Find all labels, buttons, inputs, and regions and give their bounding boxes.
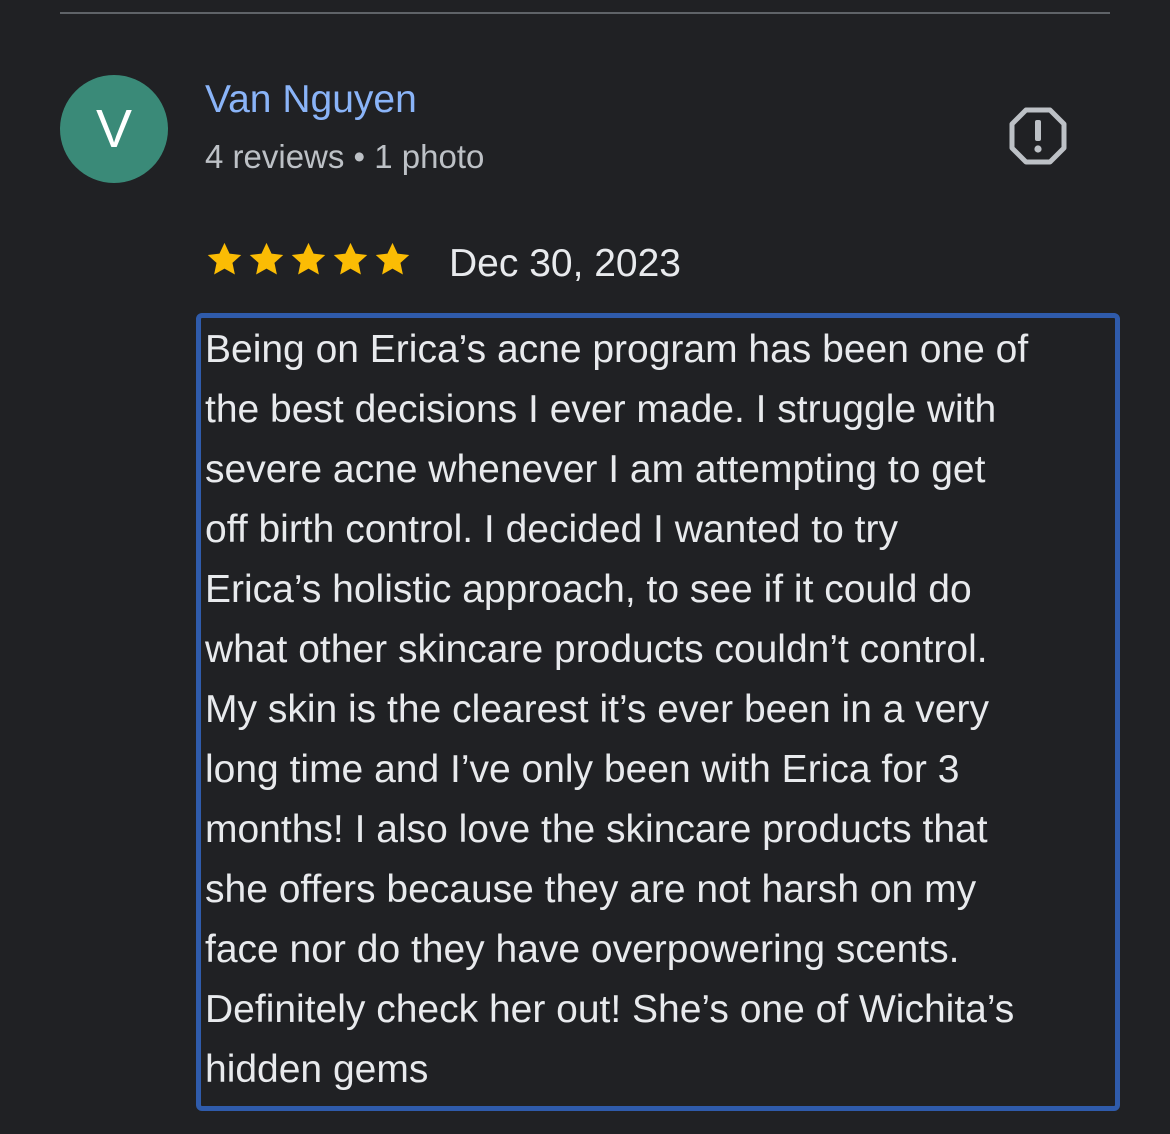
star-icon — [375, 242, 410, 275]
review-text-line: long time and I’ve only been with Erica … — [205, 748, 960, 791]
review-text-line: hidden gems — [205, 1048, 429, 1091]
review-text-line: Erica’s holistic approach, to see if it … — [205, 568, 972, 611]
review-text-line: off birth control. I decided I wanted to… — [205, 508, 898, 551]
review-text: Being on Erica’s acne program has been o… — [205, 320, 1110, 1100]
review-text-line: My skin is the clearest it’s ever been i… — [205, 688, 989, 731]
review-date: Dec 30, 2023 — [449, 242, 682, 285]
avatar[interactable]: V — [60, 75, 168, 183]
star-icon — [207, 242, 242, 275]
review-text-line: months! I also love the skincare product… — [205, 808, 988, 851]
reviewer-meta: 4 reviews • 1 photo — [205, 138, 485, 175]
star-rating — [205, 240, 412, 279]
review-card: V Van Nguyen 4 reviews • 1 photo Dec 30,… — [0, 0, 1170, 1134]
review-text-line: Being on Erica’s acne program has been o… — [205, 328, 1029, 371]
report-button[interactable] — [1004, 102, 1072, 170]
star-icon — [333, 242, 368, 275]
reviewer-name-link[interactable]: Van Nguyen — [205, 78, 417, 122]
divider — [60, 12, 1110, 14]
review-text-line: she offers because they are not harsh on… — [205, 868, 977, 911]
avatar-initial: V — [95, 99, 133, 159]
review-text-line: what other skincare products couldn’t co… — [205, 628, 988, 671]
review-text-line: the best decisions I ever made. I strugg… — [205, 388, 997, 431]
star-icon — [291, 242, 326, 275]
star-icon — [249, 242, 284, 275]
review-text-line: severe acne whenever I am attempting to … — [205, 448, 986, 491]
report-flag-icon — [1009, 107, 1067, 165]
review-text-line: Definitely check her out! She’s one of W… — [205, 988, 1015, 1031]
review-text-line: face nor do they have overpowering scent… — [205, 928, 960, 971]
